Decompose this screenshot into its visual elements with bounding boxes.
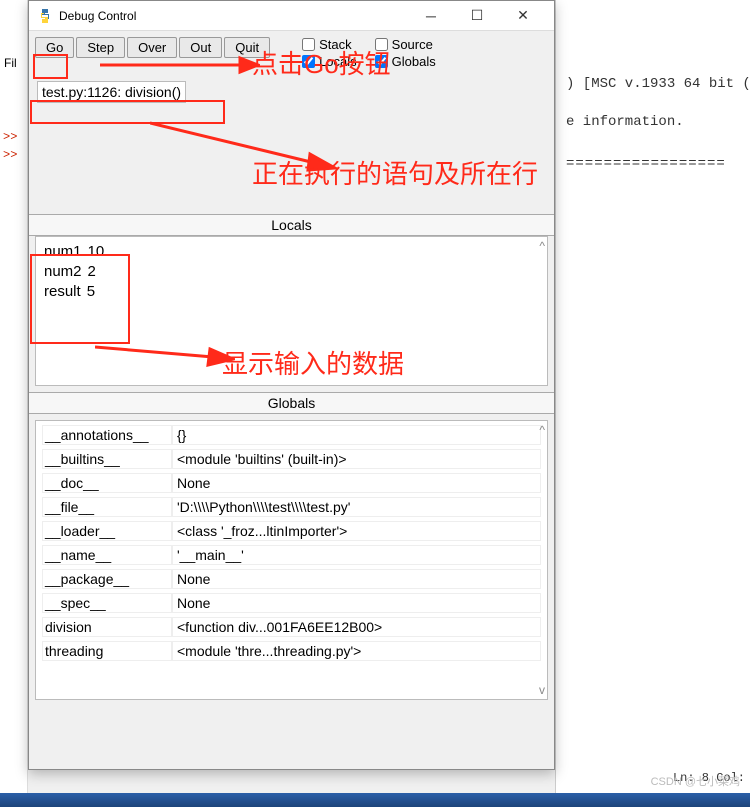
current-statement: test.py:1126: division() [37, 81, 186, 103]
globals-panel: ^ v __annotations__{} __builtins__<modul… [35, 420, 548, 700]
out-button[interactable]: Out [179, 37, 222, 58]
python-icon [37, 8, 53, 24]
idle-text-1: ) [MSC v.1933 64 bit ( [566, 76, 750, 92]
background-left-strip: Fil >> >> [0, 0, 28, 807]
toolbar: Go Step Over Out Quit Stack Source Local… [29, 31, 554, 71]
scroll-up-icon[interactable]: ^ [539, 239, 545, 253]
globals-checkbox[interactable]: Globals [375, 54, 436, 69]
idle-text-2: e information. [566, 114, 684, 130]
debug-control-window: Debug Control ─ ☐ ✕ Go Step Over Out Qui… [28, 0, 555, 770]
globals-row: __file__'D:\\\\Python\\\\test\\\\test.py… [42, 497, 541, 517]
stack-checkbox[interactable]: Stack [302, 37, 357, 52]
file-menu-cut: Fil [4, 56, 17, 70]
step-button[interactable]: Step [76, 37, 125, 58]
window-title: Debug Control [59, 9, 408, 23]
globals-row: __loader__<class '_froz...ltinImporter'> [42, 521, 541, 541]
idle-text-3: ================= [566, 156, 726, 172]
idle-prompt: >> [3, 130, 17, 144]
minimize-button[interactable]: ─ [408, 1, 454, 31]
titlebar: Debug Control ─ ☐ ✕ [29, 1, 554, 31]
globals-row: __spec__None [42, 593, 541, 613]
globals-row: __builtins__<module 'builtins' (built-in… [42, 449, 541, 469]
locals-header: Locals [29, 214, 554, 236]
locals-panel: ^ num110 num22 result5 [35, 236, 548, 386]
background-idle-window: ) [MSC v.1933 64 bit ( e information. ==… [555, 0, 750, 807]
globals-row: __name__'__main__' [42, 545, 541, 565]
quit-button[interactable]: Quit [224, 37, 270, 58]
go-button[interactable]: Go [35, 37, 74, 58]
source-checkbox[interactable]: Source [375, 37, 436, 52]
watermark: CSDN @七小菜鸡 [651, 773, 740, 789]
taskbar [0, 793, 750, 807]
maximize-button[interactable]: ☐ [454, 1, 500, 31]
scroll-up-icon[interactable]: ^ [539, 423, 545, 437]
globals-row: __package__None [42, 569, 541, 589]
globals-row: threading<module 'thre...threading.py'> [42, 641, 541, 661]
over-button[interactable]: Over [127, 37, 177, 58]
locals-row: num22 [44, 263, 539, 280]
close-button[interactable]: ✕ [500, 1, 546, 31]
globals-row: division<function div...001FA6EE12B00> [42, 617, 541, 637]
locals-row: result5 [44, 283, 539, 300]
scroll-down-icon[interactable]: v [539, 683, 545, 697]
globals-row: __annotations__{} [42, 425, 541, 445]
globals-header: Globals [29, 392, 554, 414]
locals-row: num110 [44, 243, 539, 260]
idle-prompt: >> [3, 148, 17, 162]
locals-checkbox[interactable]: Locals [302, 54, 357, 69]
globals-row: __doc__None [42, 473, 541, 493]
